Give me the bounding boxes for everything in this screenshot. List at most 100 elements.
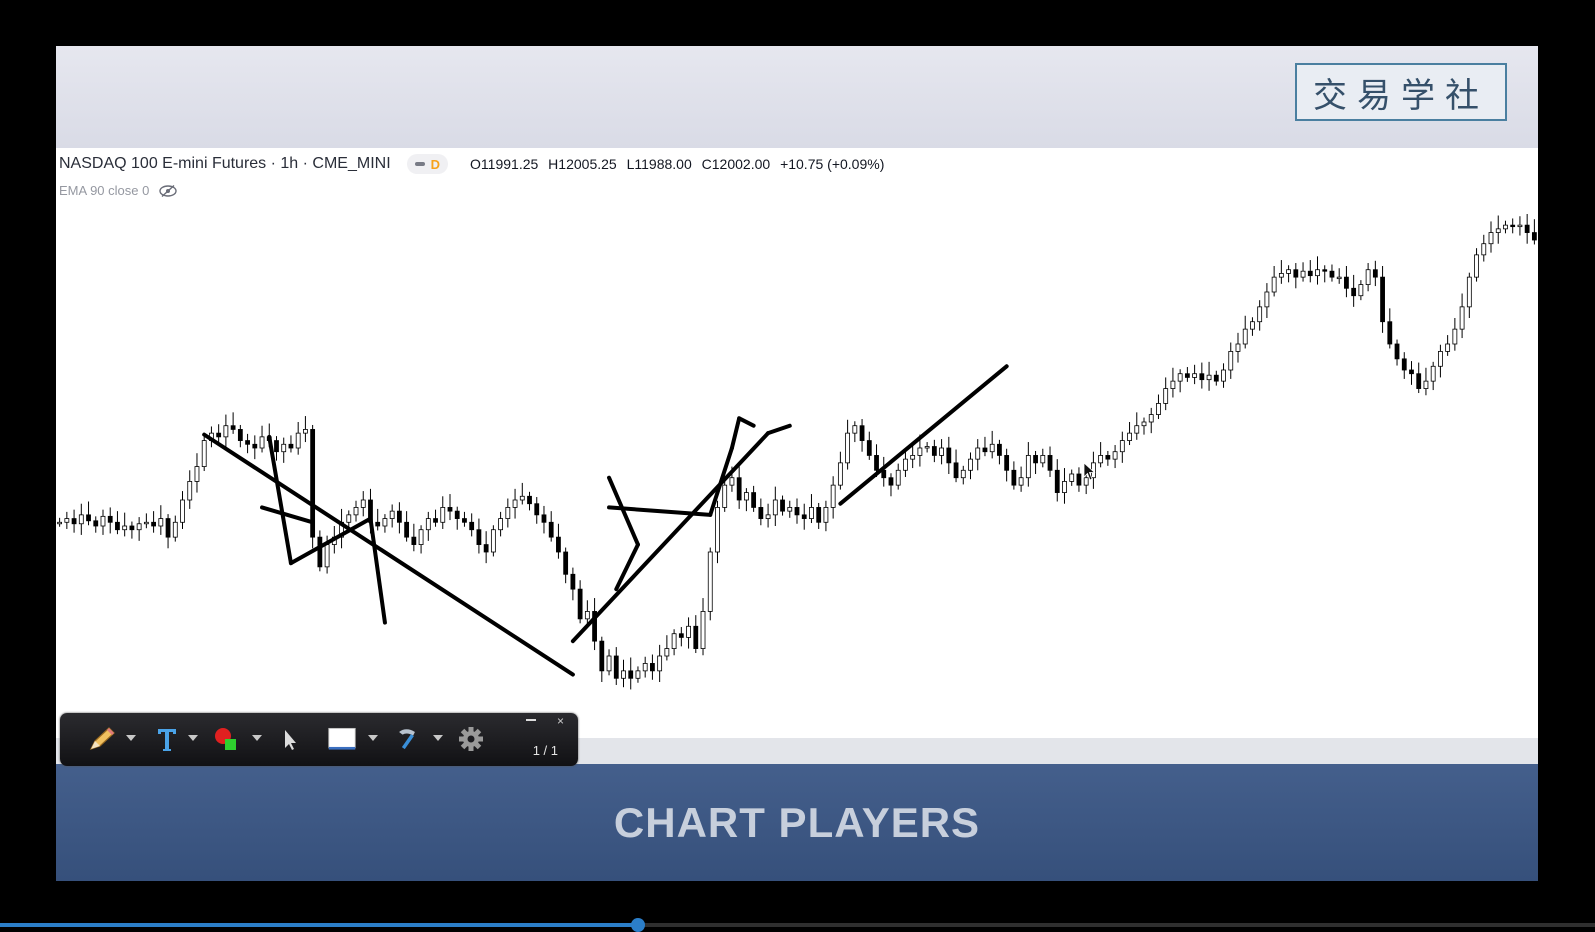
- close-button[interactable]: ×: [557, 714, 564, 728]
- text-tool-icon[interactable]: [152, 725, 182, 753]
- pencil-dropdown-caret[interactable]: [126, 735, 136, 741]
- drawn-trendline[interactable]: [260, 505, 315, 525]
- pencil-icon[interactable]: [87, 725, 117, 753]
- drawn-trendline[interactable]: [729, 416, 742, 450]
- hammer-icon[interactable]: [392, 725, 422, 753]
- candle-body: [1322, 269, 1328, 272]
- candle-body: [1141, 421, 1147, 427]
- annotation-toolbar[interactable]: × 1 / 1: [60, 713, 578, 766]
- drawn-trendline[interactable]: [288, 516, 373, 566]
- drawn-trendline[interactable]: [838, 364, 1009, 506]
- candle-body: [758, 507, 764, 519]
- candle-body: [606, 655, 612, 672]
- candle-body: [259, 436, 265, 449]
- indicator-legend[interactable]: EMA 90 close 0: [59, 183, 178, 198]
- candle-body: [989, 443, 995, 453]
- candle-body: [100, 515, 106, 527]
- candle-body: [172, 521, 178, 538]
- candle-body: [129, 525, 135, 531]
- candle-body: [165, 518, 171, 538]
- candle-body: [1228, 351, 1234, 371]
- whiteboard-icon[interactable]: [327, 725, 357, 753]
- candle-body: [772, 499, 778, 516]
- candle-body: [107, 515, 113, 523]
- progress-handle[interactable]: [631, 918, 645, 932]
- candle-body: [1264, 291, 1270, 308]
- candle-body: [1503, 224, 1508, 230]
- eye-off-icon[interactable]: [159, 184, 178, 197]
- candle-body: [1409, 369, 1414, 375]
- candle-body: [223, 425, 229, 438]
- drawn-trendline[interactable]: [202, 432, 575, 677]
- open-label: O: [470, 156, 481, 172]
- hammer-dropdown-caret[interactable]: [433, 735, 443, 741]
- candlestick-chart[interactable]: [56, 148, 1538, 738]
- candle-body: [1069, 473, 1075, 482]
- candle-body: [476, 529, 482, 545]
- candle-body: [440, 507, 446, 523]
- banner-title: CHART PLAYERS: [613, 798, 981, 846]
- mouse-cursor-icon: [1083, 462, 1096, 481]
- candle-body: [946, 447, 952, 464]
- candle-body: [505, 507, 511, 519]
- candle-body: [563, 551, 569, 575]
- candle-body: [1177, 373, 1183, 382]
- candle-body: [382, 518, 388, 527]
- drawn-trendline[interactable]: [368, 516, 387, 625]
- color-picker-icon[interactable]: [212, 725, 242, 753]
- candle-body: [230, 425, 236, 430]
- candle-body: [519, 495, 525, 501]
- candle-body: [693, 625, 699, 649]
- drawn-trendline[interactable]: [737, 416, 756, 428]
- candle-body: [859, 425, 865, 441]
- candle-body: [650, 663, 655, 672]
- candle-body: [1076, 473, 1082, 486]
- candle-body: [1351, 287, 1357, 297]
- candle-body: [324, 544, 330, 568]
- drawn-trendline[interactable]: [708, 446, 734, 517]
- color-dropdown-caret[interactable]: [252, 735, 262, 741]
- candle-body: [953, 462, 959, 479]
- candle-body: [960, 469, 966, 479]
- candle-body: [1488, 232, 1494, 245]
- candle-body: [1372, 269, 1378, 278]
- gear-icon[interactable]: [456, 725, 486, 753]
- page-indicator: 1 / 1: [532, 743, 558, 758]
- minimize-button[interactable]: [526, 719, 536, 721]
- candle-body: [1206, 374, 1212, 381]
- candle-body: [1524, 224, 1530, 233]
- candle-body: [621, 670, 626, 679]
- candle-body: [1242, 328, 1248, 345]
- candle-body: [1054, 469, 1060, 493]
- market-status-badge[interactable]: D: [406, 154, 449, 174]
- drawn-trendline[interactable]: [570, 431, 771, 644]
- symbol-title[interactable]: NASDAQ 100 E-mini Futures · 1h · CME_MIN…: [59, 155, 391, 173]
- chart-area[interactable]: NASDAQ 100 E-mini Futures · 1h · CME_MIN…: [56, 148, 1538, 738]
- candle-body: [1344, 276, 1349, 289]
- candle-body: [274, 440, 279, 453]
- candle-body: [288, 443, 294, 449]
- progress-fill: [0, 923, 638, 927]
- candle-body: [845, 432, 851, 464]
- open-value: 11991.25: [480, 156, 539, 172]
- drawn-trendline[interactable]: [766, 423, 792, 436]
- text-dropdown-caret[interactable]: [188, 735, 198, 741]
- candle-body: [939, 447, 944, 456]
- candle-body: [158, 518, 164, 527]
- candle-body: [483, 544, 489, 553]
- whiteboard-dropdown-caret[interactable]: [368, 735, 378, 741]
- candle-body: [1401, 358, 1407, 371]
- candle-body: [454, 510, 460, 519]
- candle-body: [794, 507, 800, 516]
- video-progress-bar[interactable]: [0, 918, 1595, 932]
- candle-body: [425, 518, 431, 531]
- candle-body: [187, 481, 193, 501]
- drawn-trendline[interactable]: [267, 434, 293, 566]
- pointer-icon[interactable]: [275, 725, 305, 753]
- candle-body: [541, 514, 547, 523]
- candle-body: [1336, 276, 1342, 280]
- candle-body: [245, 440, 250, 445]
- candle-body: [707, 551, 713, 612]
- candle-body: [801, 514, 807, 519]
- candle-body: [389, 510, 395, 519]
